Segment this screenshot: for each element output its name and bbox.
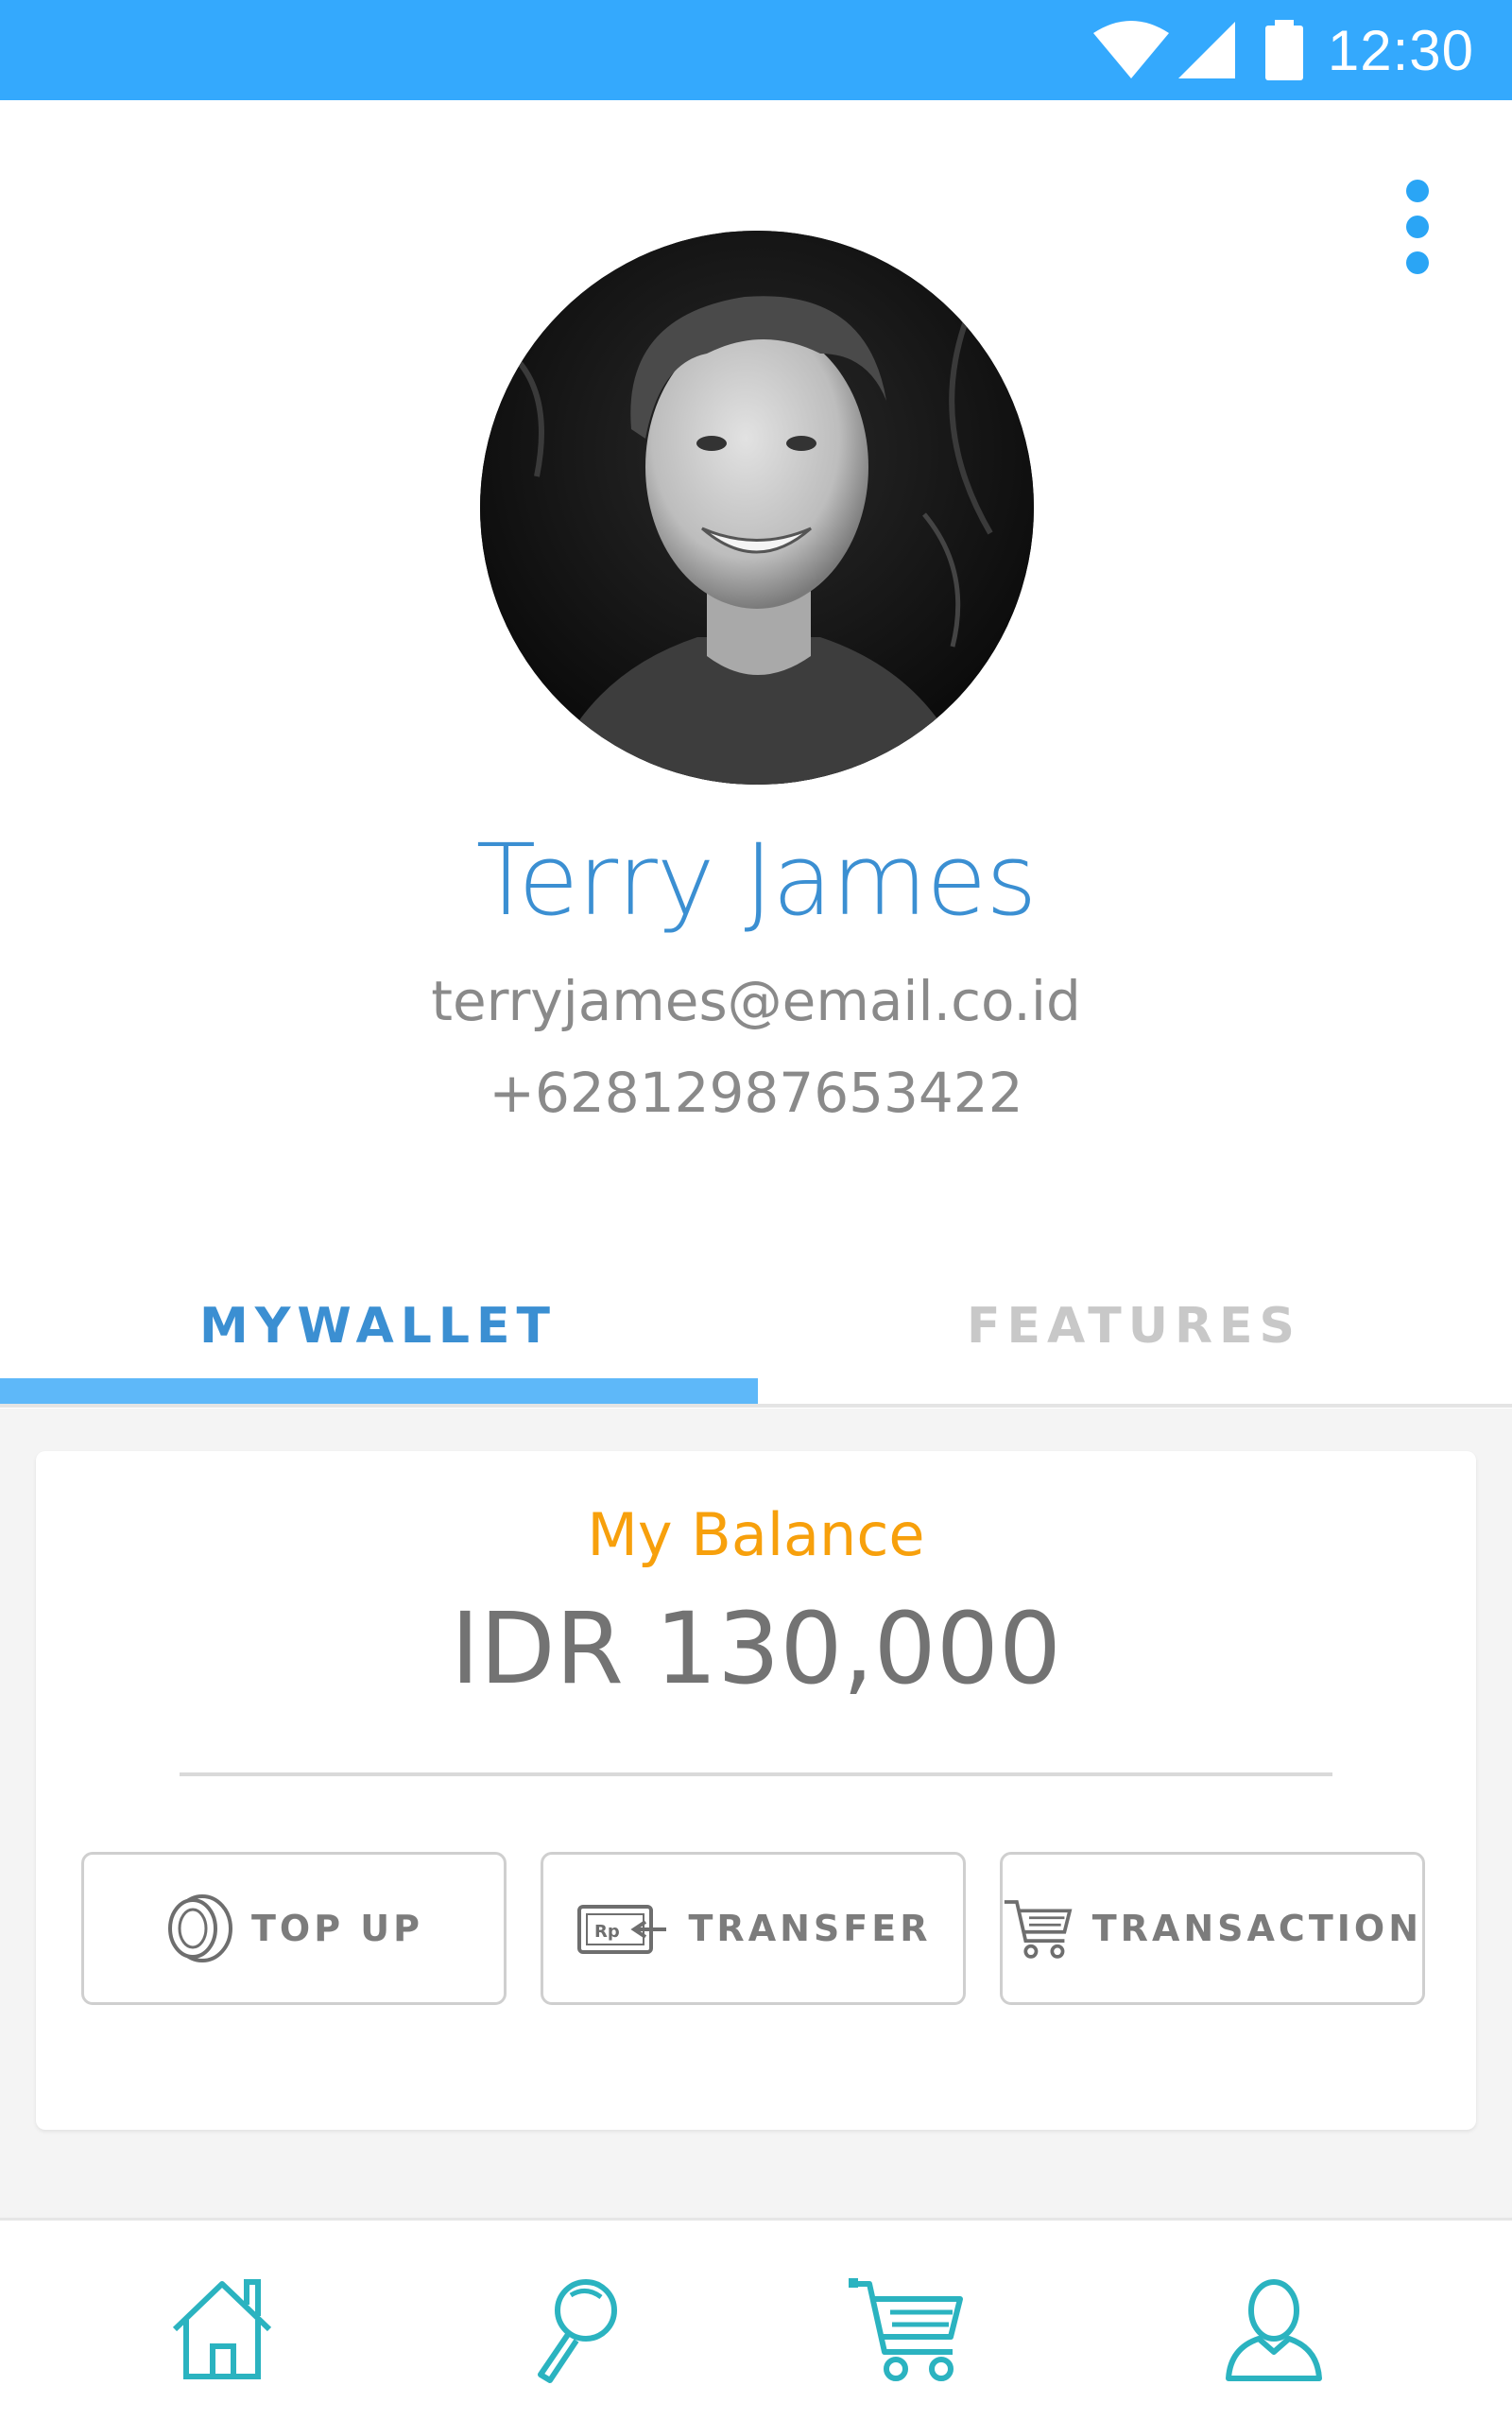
user-icon xyxy=(1226,2279,1322,2381)
transfer-label: TRANSFER xyxy=(688,1908,932,1949)
status-icons: 12:30 xyxy=(1092,0,1474,100)
transaction-button[interactable]: TRANSACTION xyxy=(1000,1852,1425,2005)
coin-icon xyxy=(167,1894,232,1962)
more-vert-icon[interactable] xyxy=(1389,170,1446,284)
status-bar: 12:30 xyxy=(0,0,1512,100)
balance-label: My Balance xyxy=(587,1500,925,1569)
nav-profile[interactable] xyxy=(1208,2268,1340,2391)
nav-home[interactable] xyxy=(156,2268,288,2391)
home-icon xyxy=(172,2279,272,2379)
tab-mywallet[interactable]: MYWALLET xyxy=(0,1267,756,1385)
balance-amount: IDR 130,000 xyxy=(450,1591,1062,1706)
nav-cart[interactable] xyxy=(841,2268,973,2391)
menu-dot xyxy=(1406,180,1429,202)
tab-divider xyxy=(0,1404,1512,1408)
tab-bar: MYWALLET FEATURES xyxy=(0,1267,1512,1409)
avatar[interactable] xyxy=(480,231,1034,785)
wifi-icon xyxy=(1092,21,1169,78)
cart-icon xyxy=(1004,1900,1073,1959)
balance-card: My Balance IDR 130,000 TOP UP Rp TRANSFE… xyxy=(36,1451,1476,2130)
profile-email: terryjames@email.co.id xyxy=(431,969,1081,1033)
profile-screen: 12:30 Terry James terryjames@email.co.id… xyxy=(0,0,1512,2420)
tab-features[interactable]: FEATURES xyxy=(756,1267,1512,1385)
menu-dot xyxy=(1406,251,1429,274)
search-icon xyxy=(538,2279,617,2383)
transaction-label: TRANSACTION xyxy=(1091,1908,1422,1949)
profile-phone: +62812987653422 xyxy=(489,1061,1023,1125)
transfer-rp-icon: Rp xyxy=(576,1905,666,1954)
avatar-photo xyxy=(480,231,1034,785)
balance-divider xyxy=(180,1772,1332,1776)
svg-text:Rp: Rp xyxy=(594,1922,620,1942)
transfer-button[interactable]: Rp TRANSFER xyxy=(541,1852,966,2005)
menu-dot xyxy=(1406,216,1429,238)
signal-icon xyxy=(1177,22,1235,78)
cart-icon xyxy=(849,2278,963,2381)
battery-icon xyxy=(1264,20,1303,80)
nav-search[interactable] xyxy=(510,2268,643,2391)
bottom-nav xyxy=(0,2218,1512,2420)
profile-name: Terry James xyxy=(475,822,1038,938)
tab-active-indicator xyxy=(0,1378,758,1405)
top-up-label: TOP UP xyxy=(250,1908,423,1949)
status-time: 12:30 xyxy=(1327,18,1474,82)
top-up-button[interactable]: TOP UP xyxy=(81,1852,507,2005)
